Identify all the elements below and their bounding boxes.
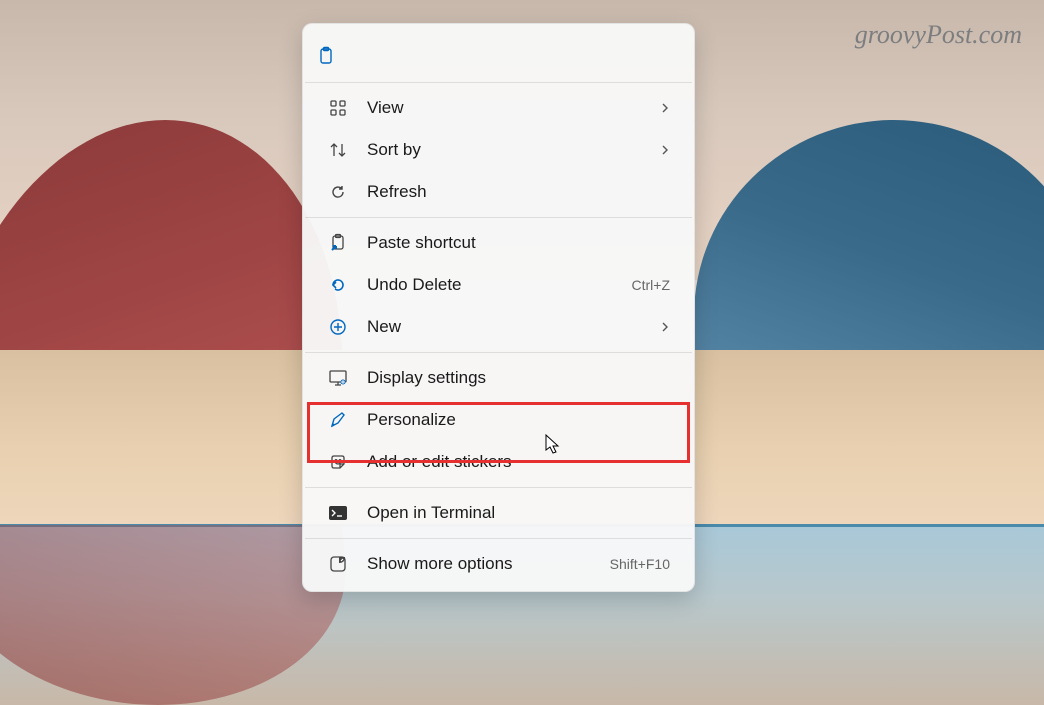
- menu-label: Paste shortcut: [367, 233, 670, 253]
- separator: [305, 487, 692, 488]
- menu-item-paste-shortcut[interactable]: Paste shortcut: [309, 222, 688, 264]
- sort-icon: [327, 139, 349, 161]
- menu-item-view[interactable]: View: [309, 87, 688, 129]
- menu-label: Add or edit stickers: [367, 452, 670, 472]
- display-settings-icon: [327, 367, 349, 389]
- menu-item-terminal[interactable]: Open in Terminal: [309, 492, 688, 534]
- menu-label: View: [367, 98, 660, 118]
- new-icon: [327, 316, 349, 338]
- view-icon: [327, 97, 349, 119]
- menu-item-undo-delete[interactable]: Undo Delete Ctrl+Z: [309, 264, 688, 306]
- menu-item-sort-by[interactable]: Sort by: [309, 129, 688, 171]
- separator: [305, 352, 692, 353]
- menu-item-personalize[interactable]: Personalize: [309, 399, 688, 441]
- chevron-right-icon: [660, 145, 670, 155]
- separator: [305, 538, 692, 539]
- chevron-right-icon: [660, 103, 670, 113]
- terminal-icon: [327, 502, 349, 524]
- menu-item-display-settings[interactable]: Display settings: [309, 357, 688, 399]
- menu-label: Sort by: [367, 140, 660, 160]
- separator: [305, 217, 692, 218]
- menu-item-refresh[interactable]: Refresh: [309, 171, 688, 213]
- more-options-icon: [327, 553, 349, 575]
- refresh-icon: [327, 181, 349, 203]
- watermark: groovyPost.com: [855, 20, 1022, 50]
- menu-item-more-options[interactable]: Show more options Shift+F10: [309, 543, 688, 585]
- menu-item-stickers[interactable]: Add or edit stickers: [309, 441, 688, 483]
- personalize-icon: [327, 409, 349, 431]
- stickers-icon: [327, 451, 349, 473]
- menu-label: Undo Delete: [367, 275, 620, 295]
- menu-label: Open in Terminal: [367, 503, 670, 523]
- context-menu-toolbar: [303, 30, 694, 78]
- clipboard-button[interactable]: [317, 38, 353, 74]
- menu-label: Display settings: [367, 368, 670, 388]
- chevron-right-icon: [660, 322, 670, 332]
- clipboard-icon: [315, 45, 337, 67]
- menu-item-new[interactable]: New: [309, 306, 688, 348]
- menu-label: Personalize: [367, 410, 670, 430]
- menu-shortcut: Shift+F10: [610, 556, 670, 572]
- undo-icon: [327, 274, 349, 296]
- paste-shortcut-icon: [327, 232, 349, 254]
- menu-label: Show more options: [367, 554, 598, 574]
- separator: [305, 82, 692, 83]
- desktop-context-menu: View Sort by Refresh: [302, 23, 695, 592]
- menu-label: Refresh: [367, 182, 670, 202]
- menu-label: New: [367, 317, 660, 337]
- menu-shortcut: Ctrl+Z: [632, 277, 671, 293]
